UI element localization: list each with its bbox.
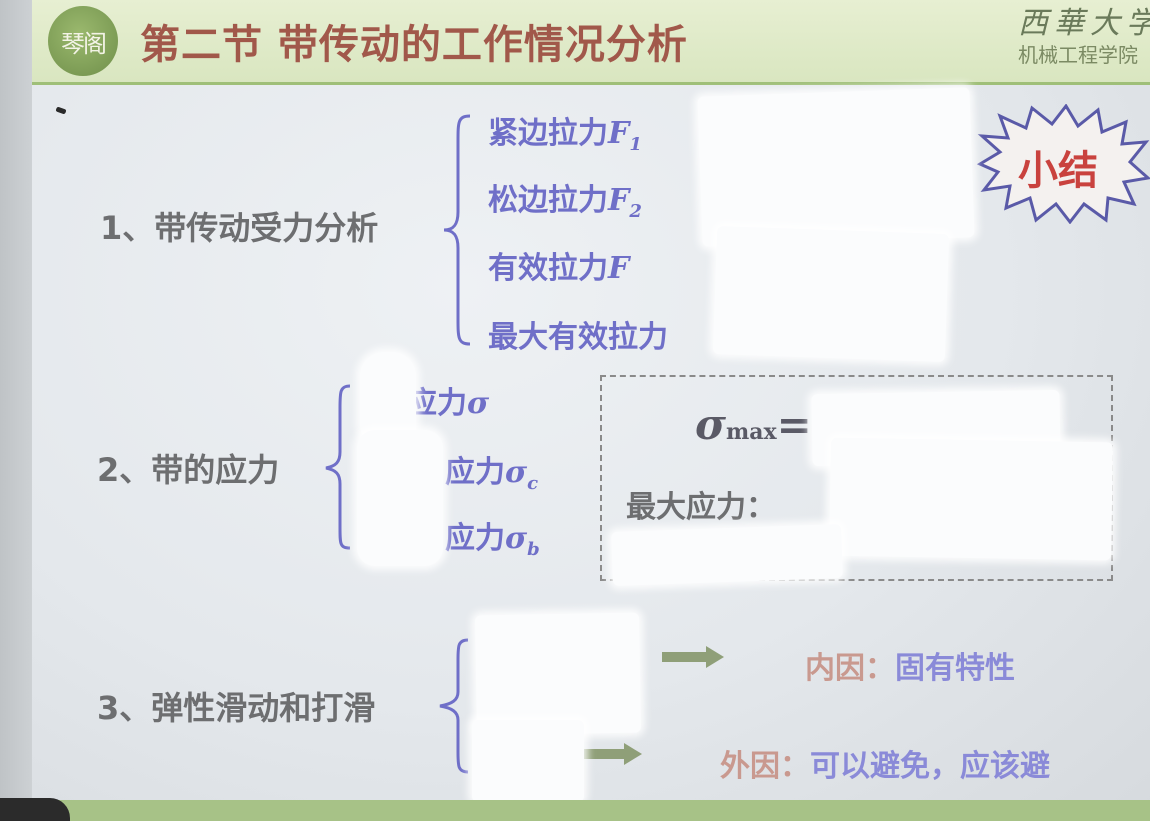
redaction-block <box>357 430 443 566</box>
logo-icon: 琴阁 <box>48 6 118 76</box>
internal-cause: 内因：固有特性 <box>805 651 1015 686</box>
section2-heading: 2、带的应力 <box>97 451 280 489</box>
section1-heading: 1、带传动受力分析 <box>100 209 379 247</box>
section2-brace <box>325 384 351 550</box>
section2-item-1: 应力σ <box>407 386 490 421</box>
logo-text: 琴阁 <box>61 29 107 58</box>
section1-brace <box>443 114 471 346</box>
section1-item-3: 有效拉力F <box>488 251 630 286</box>
redaction-block <box>472 720 584 802</box>
university-calligraphy: 西華大学 <box>1018 6 1150 41</box>
summary-label: 小结 <box>1018 148 1098 194</box>
slide-title: 第二节 带传动的工作情况分析 <box>140 22 688 68</box>
section1-item-4: 最大有效拉力 <box>488 320 668 355</box>
redaction-block <box>697 87 975 247</box>
section2-item-3: 应力σb <box>445 521 540 560</box>
slide-footer-bar <box>32 800 1150 821</box>
redaction-block <box>712 225 950 363</box>
university-name: 西華大学 机械工程学院 <box>1018 6 1150 76</box>
arrow-right-icon <box>580 743 642 765</box>
redaction-block <box>828 437 1114 561</box>
max-stress-label: 最大应力： <box>626 490 776 525</box>
section3-brace <box>439 638 469 774</box>
redaction-block <box>474 612 642 736</box>
section2-item-2: 应力σc <box>445 455 539 494</box>
arrow-right-icon <box>662 646 724 668</box>
department-name: 机械工程学院 <box>1018 43 1138 67</box>
redaction-block <box>611 524 843 586</box>
sigma-max-formula: σmax= <box>695 400 812 449</box>
section1-item-2: 松边拉力F2 <box>488 183 642 222</box>
section3-heading: 3、弹性滑动和打滑 <box>97 689 376 727</box>
external-cause: 外因：可以避免，应该避 <box>720 749 1050 784</box>
foreground-shadow <box>0 798 70 821</box>
screen-frame-left <box>0 0 32 821</box>
section1-item-1: 紧边拉力F1 <box>488 116 642 155</box>
